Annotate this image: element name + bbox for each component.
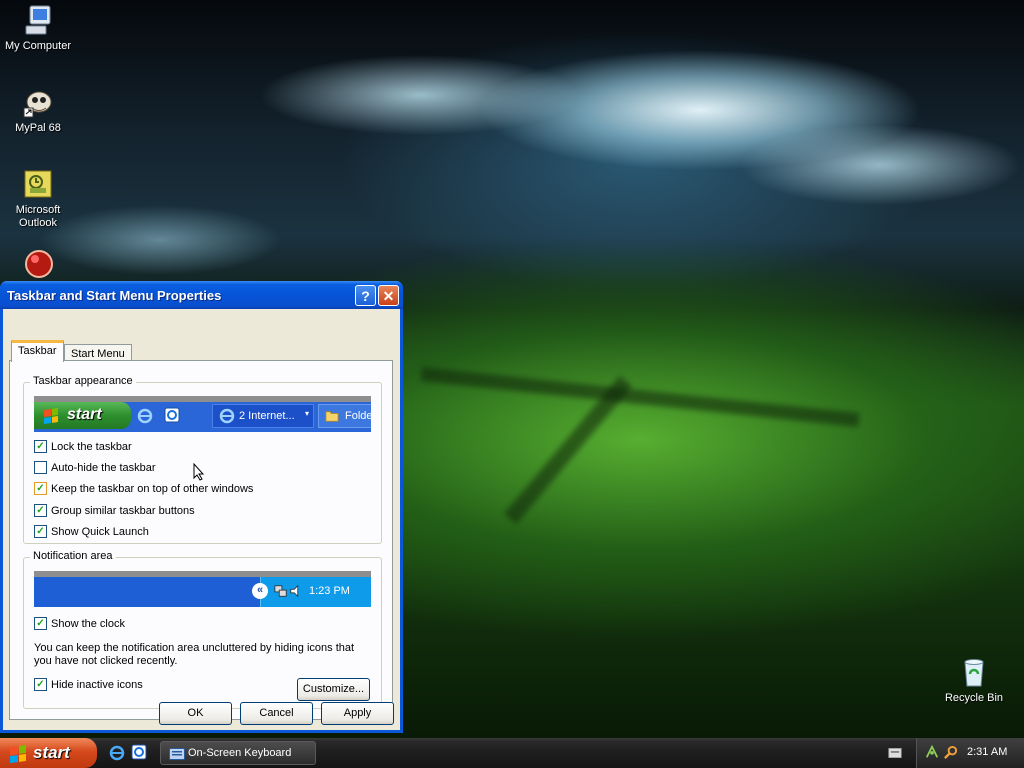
windows-flag-icon [10, 744, 26, 764]
keyboard-tray-icon[interactable] [888, 748, 902, 758]
windows-flag-icon [44, 408, 58, 424]
search-tray-icon[interactable] [943, 745, 958, 760]
taskbar-preview: start 2 Internet... ▾ Folde [34, 396, 371, 432]
checkbox-label: Show the clock [51, 618, 125, 630]
checkbox-box[interactable] [34, 461, 47, 474]
dialog-title: Taskbar and Start Menu Properties [7, 288, 222, 303]
customize-button[interactable]: Customize... [297, 678, 370, 701]
desktop-icon-label: Microsoft Outlook [15, 204, 61, 229]
checkbox-label: Lock the taskbar [51, 441, 132, 453]
dialog-title-bar[interactable]: Taskbar and Start Menu Properties ? ✕ [0, 281, 403, 309]
group-label: Taskbar appearance [30, 375, 136, 387]
notification-description: You can keep the notification area unclu… [34, 642, 355, 667]
checkbox-box[interactable]: ✓ [34, 504, 47, 517]
taskbar-properties-dialog: Taskbar and Start Menu Properties ? ✕ Ta… [0, 281, 403, 733]
checkbox-box[interactable]: ✓ [34, 678, 47, 691]
desktop-icon-label: Recycle Bin [944, 692, 1004, 704]
cancel-button[interactable]: Cancel [240, 702, 313, 725]
checkbox-box[interactable]: ✓ [34, 617, 47, 630]
outlook-icon [24, 170, 52, 198]
preview-clock: 1:23 PM [309, 585, 350, 597]
hill-shadow [420, 367, 860, 427]
desktop-icon-my-computer[interactable]: My Computer [0, 4, 76, 53]
recycle-bin-icon [964, 659, 984, 687]
checkbox-label: Group similar taskbar buttons [51, 505, 195, 517]
ie-icon[interactable] [109, 745, 125, 761]
help-button[interactable]: ? [355, 285, 376, 306]
preview-tray: « 1:23 PM [252, 577, 371, 607]
network-icon [274, 585, 287, 597]
taskbar: start On-Screen Keyboard 2:31 AM [0, 738, 1024, 768]
group-notification-area: Notification area « 1:23 PM ✓ Show the c… [23, 550, 382, 709]
checkbox-label: Show Quick Launch [51, 526, 149, 538]
preview-start-label: start [67, 406, 102, 423]
ie-icon [137, 408, 153, 424]
start-button[interactable]: start [0, 738, 97, 768]
ie-quicklaunch-icon [164, 407, 180, 423]
red-orb-icon [25, 250, 53, 278]
chevron-left-icon: « [252, 583, 268, 599]
preview-task-button: 2 Internet... ▾ [212, 404, 314, 428]
taskbar-item-on-screen-keyboard[interactable]: On-Screen Keyboard [160, 741, 316, 765]
group-label: Notification area [30, 550, 116, 562]
preview-task-label: 2 Internet... [239, 410, 295, 422]
desktop-icon-label: MyPal 68 [15, 122, 61, 134]
apply-button[interactable]: Apply [321, 702, 394, 725]
taskbar-item-label: On-Screen Keyboard [188, 747, 292, 759]
desktop-icon-label: My Computer [4, 40, 72, 52]
tab-panel-taskbar: Taskbar appearance start 2 Internet... ▾… [9, 360, 393, 720]
mouse-cursor-icon [193, 463, 205, 481]
tab-taskbar[interactable]: Taskbar [11, 340, 64, 362]
ie-quicklaunch-icon[interactable] [131, 744, 147, 760]
checkbox-label: Keep the taskbar on top of other windows [51, 483, 254, 495]
mypal-browser-icon [23, 91, 52, 118]
checkbox-box[interactable]: ✓ [34, 525, 47, 538]
preview-folder-label: Folde [345, 410, 371, 422]
close-button[interactable]: ✕ [378, 285, 399, 306]
preview-start-button: start [34, 402, 131, 429]
speaker-icon [290, 584, 299, 598]
my-computer-icon [25, 5, 51, 35]
desktop-icon-outlook[interactable]: Microsoft Outlook [0, 168, 76, 230]
desktop-icon-recycle-bin[interactable]: Recycle Bin [936, 656, 1012, 705]
desktop-icon-mypal[interactable]: MyPal 68 [0, 86, 76, 135]
taskbar-clock[interactable]: 2:31 AM [967, 746, 1007, 758]
checkbox-box[interactable]: ✓ [34, 482, 47, 495]
checkbox-label: Auto-hide the taskbar [51, 462, 156, 474]
folder-icon [325, 411, 339, 422]
start-label: start [33, 743, 70, 762]
keyboard-icon [169, 748, 185, 760]
checkbox-label: Hide inactive icons [51, 679, 143, 691]
desktop-icon-partial[interactable] [0, 248, 76, 284]
checkbox-box[interactable]: ✓ [34, 440, 47, 453]
chevron-down-icon: ▾ [305, 409, 310, 418]
ie-icon [219, 408, 235, 424]
dialog-client-area: Taskbar Start Menu Taskbar appearance st… [3, 309, 400, 730]
hill-shadow [504, 375, 632, 525]
preview-folder-button: Folde [318, 404, 371, 428]
ok-button[interactable]: OK [159, 702, 232, 725]
notification-preview: « 1:23 PM [34, 571, 371, 607]
network-tray-icon[interactable] [925, 745, 939, 759]
